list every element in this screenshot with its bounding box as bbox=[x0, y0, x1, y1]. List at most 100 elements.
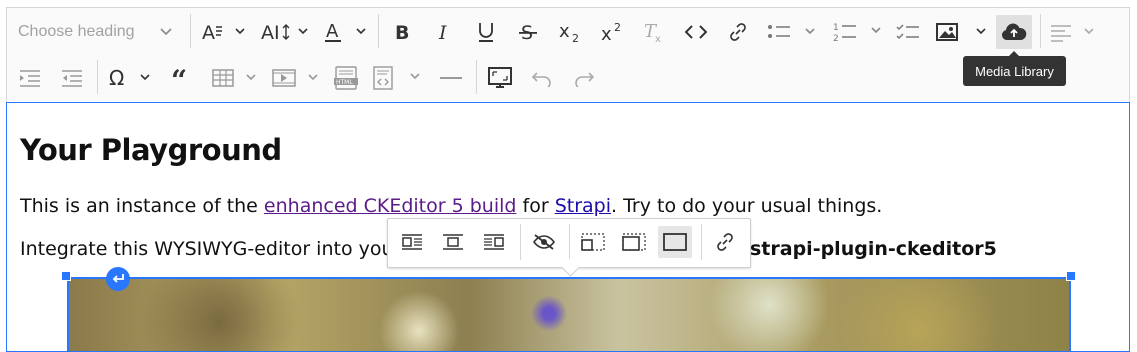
media-library-tooltip: Media Library bbox=[963, 51, 1066, 86]
wrap-right-icon bbox=[484, 234, 504, 250]
tooltip-text: Media Library bbox=[975, 63, 1054, 79]
insert-table-button[interactable] bbox=[210, 62, 262, 94]
svg-text:A: A bbox=[202, 22, 215, 42]
separator bbox=[701, 224, 702, 260]
insert-image-button[interactable] bbox=[934, 16, 990, 48]
page-title: Your Playground bbox=[20, 133, 282, 167]
bold-button[interactable]: B bbox=[386, 16, 418, 48]
media-library-button[interactable] bbox=[996, 15, 1032, 49]
italic-button[interactable]: I bbox=[428, 16, 460, 48]
underline-icon bbox=[479, 23, 493, 42]
superscript-button[interactable]: x2 bbox=[596, 16, 628, 48]
bulleted-list-button[interactable] bbox=[764, 16, 824, 48]
todo-list-button[interactable] bbox=[892, 16, 924, 48]
ckeditor-link[interactable]: enhanced CKEditor 5 build bbox=[264, 195, 517, 217]
separator bbox=[569, 224, 570, 260]
superscript-icon: x2 bbox=[601, 21, 621, 43]
redo-button[interactable] bbox=[568, 62, 600, 94]
image-icon bbox=[936, 23, 986, 41]
code-icon bbox=[685, 25, 707, 39]
numbered-list-button[interactable]: 12 bbox=[830, 16, 890, 48]
image-link-button[interactable] bbox=[708, 226, 742, 258]
italic-icon: I bbox=[438, 22, 447, 42]
image-toolbar bbox=[387, 218, 751, 268]
toggle-visibility-icon bbox=[533, 234, 555, 250]
indent-button[interactable] bbox=[14, 62, 46, 94]
chevron-down-icon bbox=[160, 28, 172, 36]
svg-text:2: 2 bbox=[833, 34, 839, 43]
image-wrap-right-button[interactable] bbox=[477, 226, 511, 258]
heading-dropdown[interactable]: Choose heading bbox=[12, 16, 178, 48]
quote-icon: “ bbox=[171, 68, 187, 88]
svg-text:A: A bbox=[326, 21, 339, 42]
omega-icon: Ω bbox=[109, 67, 150, 89]
image-wrap-left-button[interactable] bbox=[395, 226, 429, 258]
wrap-left-icon bbox=[402, 234, 422, 250]
paragraph-text: This is an instance of the bbox=[20, 195, 264, 217]
special-characters-button[interactable]: Ω bbox=[106, 62, 158, 94]
font-color-icon: A bbox=[325, 21, 366, 42]
bulleted-list-icon bbox=[768, 25, 815, 38]
svg-text:“: “ bbox=[171, 68, 187, 88]
indent-icon bbox=[20, 70, 40, 87]
subscript-button[interactable]: x2 bbox=[554, 16, 586, 48]
resize-medium-icon bbox=[622, 233, 646, 251]
cloud-upload-icon bbox=[1001, 23, 1027, 40]
resize-small-icon bbox=[581, 233, 605, 251]
font-family-button[interactable]: AI bbox=[258, 16, 314, 48]
strapi-link[interactable]: Strapi bbox=[555, 195, 611, 217]
underline-button[interactable] bbox=[470, 16, 502, 48]
outdent-icon bbox=[62, 70, 82, 87]
separator bbox=[520, 224, 521, 260]
undo-button[interactable] bbox=[526, 62, 558, 94]
svg-text:I: I bbox=[438, 22, 447, 42]
font-size-button[interactable]: A bbox=[198, 16, 250, 48]
image-resize-small-button[interactable] bbox=[576, 226, 610, 258]
fullscreen-button[interactable] bbox=[484, 62, 516, 94]
link-icon bbox=[717, 233, 733, 251]
svg-text:2: 2 bbox=[572, 32, 579, 43]
source-editing-button[interactable] bbox=[370, 62, 426, 94]
horizontal-line-icon bbox=[440, 77, 462, 79]
block-quote-button[interactable]: “ bbox=[164, 62, 200, 94]
image-resize-medium-button[interactable] bbox=[617, 226, 651, 258]
return-icon bbox=[112, 274, 124, 283]
link-icon bbox=[730, 23, 746, 41]
paragraph-text: Integrate this WYSIWYG-editor into your … bbox=[20, 238, 420, 260]
paragraph-1: This is an instance of the enhanced CKEd… bbox=[20, 195, 882, 217]
svg-text:Ω: Ω bbox=[109, 67, 124, 89]
image-resize-full-button[interactable] bbox=[658, 226, 692, 258]
font-family-icon: AI bbox=[261, 22, 308, 42]
align-left-icon bbox=[1051, 25, 1094, 42]
image-text-alternative-button[interactable] bbox=[527, 226, 561, 258]
outdent-button[interactable] bbox=[56, 62, 88, 94]
horizontal-line-button[interactable] bbox=[434, 62, 468, 94]
svg-text:B: B bbox=[395, 22, 409, 42]
numbered-list-icon: 12 bbox=[833, 23, 881, 43]
code-button[interactable] bbox=[680, 16, 712, 48]
font-color-button[interactable]: A bbox=[322, 16, 372, 48]
remove-format-button[interactable]: Tx bbox=[638, 16, 670, 48]
separator bbox=[1040, 14, 1041, 48]
paragraph-text: . Try to do your usual things. bbox=[611, 195, 883, 217]
insert-media-button[interactable] bbox=[270, 62, 324, 94]
resize-handle-top-right[interactable] bbox=[1066, 271, 1076, 281]
html-embed-button[interactable]: HTML bbox=[330, 62, 362, 94]
separator bbox=[378, 14, 379, 48]
resize-handle-top-left[interactable] bbox=[61, 271, 71, 281]
alignment-button[interactable] bbox=[1048, 16, 1100, 48]
link-button[interactable] bbox=[722, 16, 754, 48]
paragraph-text: for bbox=[516, 195, 555, 217]
svg-text:AI: AI bbox=[261, 22, 280, 42]
remove-format-icon: Tx bbox=[644, 21, 661, 43]
svg-text:x: x bbox=[655, 34, 661, 43]
image-center-button[interactable] bbox=[436, 226, 470, 258]
resize-full-icon bbox=[663, 233, 687, 251]
separator bbox=[476, 60, 477, 94]
paragraph-2: Integrate this WYSIWYG-editor into your … bbox=[20, 238, 419, 260]
selected-image[interactable] bbox=[67, 277, 1071, 351]
redo-icon bbox=[575, 72, 595, 87]
insert-paragraph-before-button[interactable] bbox=[106, 267, 130, 291]
table-icon bbox=[212, 69, 256, 87]
strikethrough-button[interactable]: S bbox=[512, 16, 544, 48]
